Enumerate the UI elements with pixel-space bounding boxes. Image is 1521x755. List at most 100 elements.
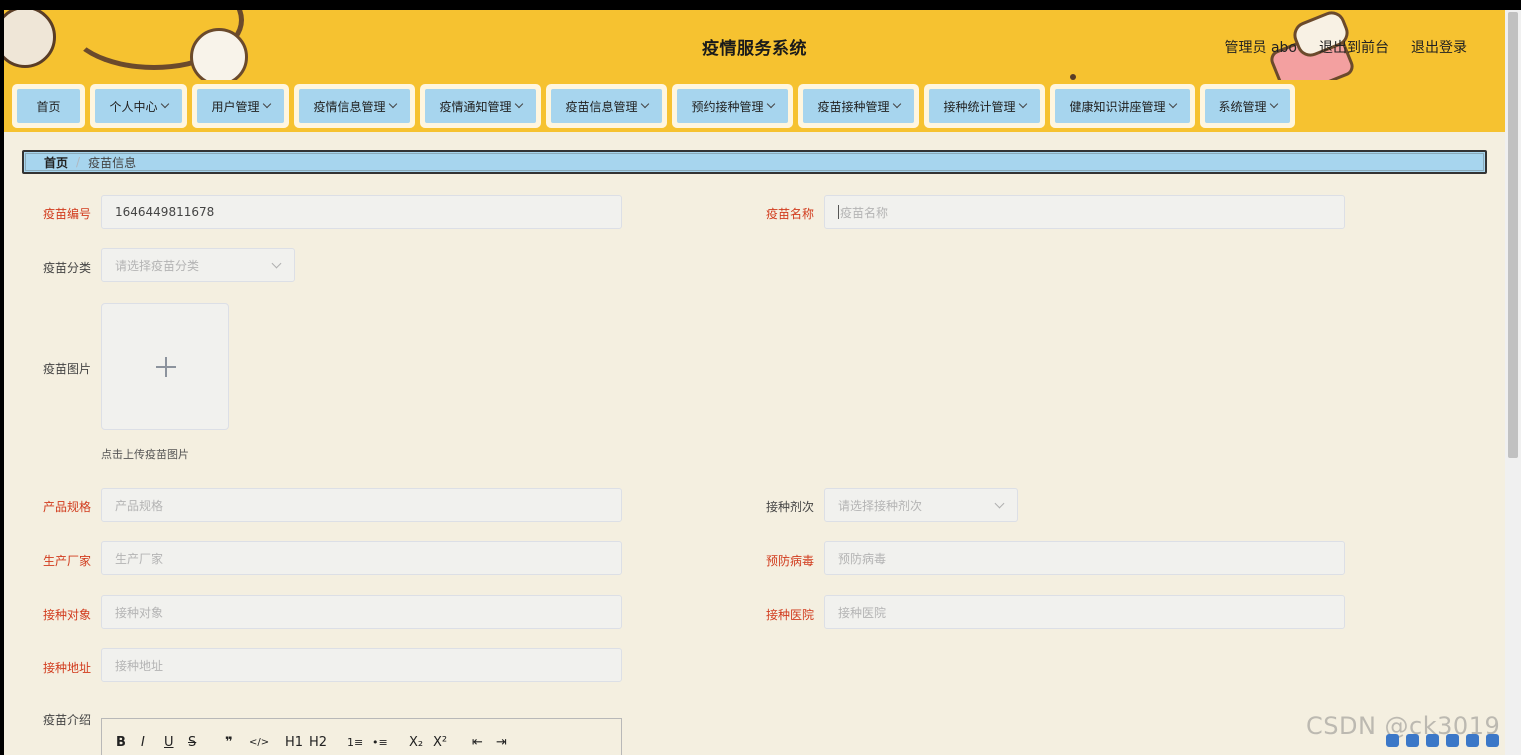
vertical-scrollbar[interactable] <box>1505 10 1521 755</box>
chevron-down-icon <box>640 99 649 109</box>
category-placeholder: 请选择疫苗分类 <box>115 258 200 273</box>
target-label: 接种对象 <box>42 608 91 622</box>
manufacturer-placeholder: 生产厂家 <box>115 551 164 566</box>
nav-label: 首页 <box>36 99 61 114</box>
nav-label: 系统管理 <box>1218 99 1267 114</box>
vaccine-no-label: 疫苗编号 <box>42 207 91 221</box>
chevron-down-icon <box>892 99 901 109</box>
nav-item-statistics[interactable]: 接种统计管理 <box>924 84 1045 128</box>
hospital-input[interactable]: 接种医院 <box>824 595 1345 629</box>
nav-label: 接种统计管理 <box>943 99 1016 114</box>
text-caret <box>838 205 839 219</box>
dose-placeholder: 请选择接种剂次 <box>838 498 923 513</box>
nav-item-personal-center[interactable]: 个人中心 <box>90 84 187 128</box>
h2-icon[interactable]: H2 <box>309 735 327 750</box>
category-select[interactable]: 请选择疫苗分类 <box>101 248 295 282</box>
intro-label: 疫苗介绍 <box>42 713 91 727</box>
vaccine-name-placeholder: 疫苗名称 <box>840 205 889 220</box>
chevron-down-icon <box>766 99 775 109</box>
nav-label: 预约接种管理 <box>691 99 764 114</box>
nav-label: 健康知识讲座管理 <box>1069 99 1166 114</box>
nav-item-epidemic-info[interactable]: 疫情信息管理 <box>294 84 415 128</box>
underline-icon[interactable]: U <box>164 735 174 750</box>
dose-select[interactable]: 请选择接种剂次 <box>824 488 1018 522</box>
nav-item-home[interactable]: 首页 <box>12 84 85 128</box>
nav-label: 疫苗接种管理 <box>817 99 890 114</box>
virus-input[interactable]: 预防病毒 <box>824 541 1345 575</box>
dose-label: 接种剂次 <box>765 500 814 514</box>
language-icon[interactable] <box>1406 733 1419 747</box>
chevron-down-icon <box>262 99 271 109</box>
chevron-down-icon <box>388 99 397 109</box>
nav-item-vaccination[interactable]: 疫苗接种管理 <box>798 84 919 128</box>
header-actions: 管理员 abo 退出到前台 退出登录 <box>1225 37 1467 57</box>
vaccine-no-input[interactable]: 1646449811678 <box>101 195 622 229</box>
ordered-list-icon[interactable]: 1≡ <box>347 736 363 749</box>
address-label: 接种地址 <box>42 661 91 675</box>
hospital-label: 接种医院 <box>765 608 814 622</box>
nav-item-vaccine-info[interactable]: 疫苗信息管理 <box>546 84 667 128</box>
input-method-icon[interactable] <box>1386 733 1399 747</box>
category-label: 疫苗分类 <box>42 261 91 275</box>
chevron-down-icon <box>1269 99 1278 109</box>
nav-label: 用户管理 <box>211 99 260 114</box>
address-input[interactable]: 接种地址 <box>101 648 622 682</box>
punctuation-icon[interactable] <box>1426 733 1439 747</box>
italic-icon[interactable]: I <box>141 735 145 750</box>
target-input[interactable]: 接种对象 <box>101 595 622 629</box>
app-window: 疫情服务系统 管理员 abo 退出到前台 退出登录 首页 个人中心 用户管理 疫… <box>4 10 1505 755</box>
nav-item-appointment[interactable]: 预约接种管理 <box>672 84 793 128</box>
admin-label: 管理员 abo <box>1224 40 1297 56</box>
image-upload-button[interactable] <box>101 303 229 430</box>
nav-label: 疫情通知管理 <box>439 99 512 114</box>
top-nav: 首页 个人中心 用户管理 疫情信息管理 疫情通知管理 疫苗信息管理 预约接种管理… <box>4 80 1505 132</box>
strike-icon[interactable]: S <box>188 735 196 750</box>
chevron-down-icon <box>160 99 169 109</box>
subscript-icon[interactable]: X₂ <box>409 735 423 750</box>
target-placeholder: 接种对象 <box>115 605 164 620</box>
nav-label: 疫苗信息管理 <box>565 99 638 114</box>
back-to-front-link[interactable]: 退出到前台 <box>1319 37 1389 57</box>
breadcrumb-current: 疫苗信息 <box>88 155 137 170</box>
quote-icon[interactable]: ❞ <box>225 735 233 750</box>
chevron-down-icon <box>994 498 1005 509</box>
logout-link[interactable]: 退出登录 <box>1411 37 1467 57</box>
spec-label: 产品规格 <box>42 500 91 514</box>
breadcrumb: 首页 / 疫苗信息 <box>22 150 1487 174</box>
nav-item-user-mgmt[interactable]: 用户管理 <box>192 84 289 128</box>
outdent-icon[interactable]: ⇤ <box>472 735 483 750</box>
h1-icon[interactable]: H1 <box>285 735 303 750</box>
address-placeholder: 接种地址 <box>115 658 164 673</box>
vaccine-name-label: 疫苗名称 <box>765 207 814 221</box>
nav-item-epidemic-notice[interactable]: 疫情通知管理 <box>420 84 541 128</box>
indent-icon[interactable]: ⇥ <box>496 735 507 750</box>
vaccine-no-value: 1646449811678 <box>115 205 215 219</box>
system-tray <box>1386 730 1521 750</box>
chevron-down-icon <box>514 99 523 109</box>
image-label: 疫苗图片 <box>42 362 91 376</box>
bold-icon[interactable]: B <box>116 735 126 750</box>
vaccine-name-input[interactable]: 疫苗名称 <box>824 195 1345 229</box>
manufacturer-input[interactable]: 生产厂家 <box>101 541 622 575</box>
bullet-list-icon[interactable]: •≡ <box>372 736 388 749</box>
chevron-down-icon <box>271 258 282 269</box>
manufacturer-label: 生产厂家 <box>42 554 91 568</box>
grid-icon[interactable] <box>1486 733 1499 747</box>
virus-label: 预防病毒 <box>765 554 814 568</box>
spec-input[interactable]: 产品规格 <box>101 488 622 522</box>
nav-label: 个人中心 <box>109 99 158 114</box>
hospital-placeholder: 接种医院 <box>838 605 887 620</box>
breadcrumb-home[interactable]: 首页 <box>44 154 68 171</box>
nav-label: 疫情信息管理 <box>313 99 386 114</box>
nav-item-health-lecture[interactable]: 健康知识讲座管理 <box>1050 84 1195 128</box>
scrollbar-thumb[interactable] <box>1508 12 1518 458</box>
microphone-icon[interactable] <box>1446 733 1459 747</box>
chevron-down-icon <box>1018 99 1027 109</box>
breadcrumb-separator: / <box>76 155 81 169</box>
chevron-down-icon <box>1168 99 1177 109</box>
user-icon[interactable] <box>1466 733 1479 747</box>
nav-item-system[interactable]: 系统管理 <box>1200 84 1295 128</box>
upload-tip: 点击上传疫苗图片 <box>101 448 189 461</box>
code-icon[interactable]: </> <box>249 737 269 748</box>
superscript-icon[interactable]: X² <box>433 735 447 750</box>
